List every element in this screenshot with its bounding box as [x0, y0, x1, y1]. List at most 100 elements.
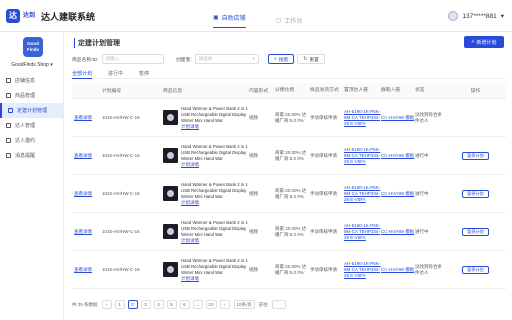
- plan-detail-link[interactable]: 计划详情: [181, 276, 199, 281]
- goto-label: 前往: [258, 301, 268, 307]
- pause-plan-button[interactable]: 暂停计划: [462, 227, 489, 236]
- page-button[interactable]: 4: [153, 300, 164, 309]
- group-link[interactable]: CC-HV/HW 模板: [381, 153, 414, 158]
- creator-filter-label: 创建者:: [176, 57, 192, 63]
- user-icon: [6, 123, 11, 128]
- page-size-select[interactable]: 10条/页: [233, 300, 255, 309]
- header-cell: 操作: [470, 89, 481, 94]
- group-link[interactable]: CC-HV/HW 模板: [381, 229, 414, 234]
- status-text: 没找到符合条件达人: [415, 263, 442, 275]
- logo-sub: 达到: [23, 13, 36, 19]
- view-detail-link[interactable]: 查看详情: [74, 115, 92, 120]
- view-detail-link[interactable]: 查看详情: [74, 153, 92, 158]
- page-button[interactable]: 10: [205, 300, 217, 309]
- header-cell: 计划编号: [102, 89, 122, 94]
- sidebar-item-invites[interactable]: 达人邀约: [0, 133, 64, 148]
- page-button[interactable]: 2: [127, 300, 138, 309]
- tab-all-plans[interactable]: 全部计划: [72, 70, 93, 79]
- plan-detail-link[interactable]: 计划详情: [181, 162, 199, 167]
- table-row: 查看详情 1015-HV/HW-C-16 Hand Warmer & Power B…: [72, 99, 506, 137]
- view-detail-link[interactable]: 查看详情: [74, 229, 92, 234]
- pause-plan-button[interactable]: 暂停计划: [462, 265, 489, 274]
- plan-id: 1015-HV/HW-C-16: [102, 267, 140, 272]
- user-menu[interactable]: 137*****881 ▾: [448, 11, 504, 21]
- avatar: [448, 11, 459, 21]
- prev-page-button[interactable]: ‹: [101, 300, 112, 309]
- page-button[interactable]: 1: [114, 300, 125, 309]
- product-cell: Hand Warmer & Power Bank 2 in 1 USB Rech…: [163, 106, 249, 130]
- page-button[interactable]: 6: [179, 300, 190, 309]
- status-tabs: 全部计划 进行中 暂停: [72, 70, 506, 79]
- plan-detail-link[interactable]: 计划详情: [181, 200, 199, 205]
- plan-detail-link[interactable]: 计划详情: [181, 124, 199, 129]
- reset-button[interactable]: ↻ 重置: [297, 54, 325, 64]
- top-creator-link[interactable]: AH-5190-1K-P5K-9M-CA TEHP334-28 E-V5FA: [344, 147, 380, 164]
- add-plan-button[interactable]: + 新增计划: [464, 36, 504, 48]
- product-filter: 商品名称/ID: 请输入: [72, 54, 164, 64]
- bell-icon: [6, 153, 11, 158]
- top-tabs: ▣ 自助店铺 ▢ 工作台: [213, 13, 302, 28]
- tab-shop-label: 自助店铺: [221, 16, 246, 22]
- page-size-label: 10条/页: [236, 301, 252, 307]
- product-cell: Hand Warmer & Power Bank 2 in 1 USB Rech…: [163, 144, 249, 168]
- pagination: 共 35 条数据 ‹ 1 2 3 4 5 6... 10 › 10条/页 前往: [72, 300, 286, 309]
- header-cell: 分佣比例: [275, 87, 295, 93]
- plan-id: 1015-HV/HW-C-16: [102, 153, 140, 158]
- view-detail-link[interactable]: 查看详情: [74, 267, 92, 272]
- product-cell: Hand Warmer & Power Bank 2 in 1 USB Rech…: [163, 220, 249, 244]
- top-creator-link[interactable]: AH-5190-1K-P5K-9M-CA TEHP334-28 E-V5FA: [344, 109, 380, 126]
- tab-workbench[interactable]: ▢ 工作台: [276, 13, 303, 28]
- product-thumbnail: [163, 110, 178, 125]
- reset-button-label: 重置: [309, 57, 319, 63]
- top-creator-link[interactable]: AH-5190-1K-P5K-9M-CA TEHP334-28 E-V5FA: [344, 185, 380, 202]
- page-button[interactable]: ...: [192, 300, 203, 309]
- top-creator-link[interactable]: AH-5190-1K-P5K-9M-CA TEHP334-28 E-V5FA: [344, 223, 380, 240]
- group-link[interactable]: CC-HV/HW 模板: [381, 115, 414, 120]
- product-search-input[interactable]: 请输入: [101, 54, 164, 64]
- shop-logo: Good Finds: [23, 37, 43, 57]
- shipping-method: 手动审核申请: [310, 228, 337, 234]
- pause-plan-button[interactable]: 暂停计划: [462, 151, 489, 160]
- sidebar-item-products[interactable]: 商品管理: [0, 88, 64, 103]
- group-link[interactable]: CC-HV/HW 模板: [381, 267, 414, 272]
- page-title: 定建计划管理: [74, 38, 120, 48]
- product-cell: Hand Warmer & Power Bank 2 in 1 USB Rech…: [163, 258, 249, 282]
- shipping-method: 手动审核申请: [310, 266, 337, 272]
- sidebar-item-label: 消息提醒: [15, 153, 36, 159]
- plan-detail-link[interactable]: 计划详情: [181, 238, 199, 243]
- goto-input[interactable]: [271, 300, 286, 309]
- product-thumbnail: [163, 148, 178, 163]
- tab-shop[interactable]: ▣ 自助店铺: [213, 13, 246, 28]
- header-cell: 置顶达人链: [344, 87, 368, 93]
- next-page-button[interactable]: ›: [219, 300, 230, 309]
- table-row: 查看详情 1015-HV/HW-C-16 Hand Warmer & Power B…: [72, 251, 506, 289]
- sidebar-item-plans[interactable]: 定建计划管理: [0, 103, 64, 118]
- store-icon: [6, 78, 11, 83]
- content-type: 视频: [249, 228, 258, 234]
- view-detail-link[interactable]: 查看详情: [74, 191, 92, 196]
- total-count: 共 35 条数据: [72, 301, 98, 307]
- pause-plan-button[interactable]: 暂停计划: [462, 189, 489, 198]
- calendar-icon: [8, 108, 13, 113]
- product-name: Hand Warmer & Power Bank 2 in 1 USB Rech…: [181, 105, 248, 123]
- shipping-method: 手动审核申请: [310, 152, 337, 158]
- tab-paused[interactable]: 暂停: [139, 70, 149, 78]
- chevron-down-icon: ▾: [50, 62, 53, 68]
- product-thumbnail: [163, 186, 178, 201]
- top-creator-link[interactable]: AH-5190-1K-P5K-9M-CA TEHP334-28 E-V5FA: [344, 261, 380, 278]
- tab-in-progress[interactable]: 进行中: [108, 70, 123, 78]
- table-row: 查看详情 1015-HV/HW-C-16 Hand Warmer & Power B…: [72, 137, 506, 175]
- group-link[interactable]: CC-HV/HW 模板: [381, 191, 414, 196]
- page-button[interactable]: 3: [140, 300, 151, 309]
- user-phone: 137*****881: [462, 12, 497, 20]
- sidebar-item-messages[interactable]: 消息提醒: [0, 148, 64, 163]
- sidebar-item-creators[interactable]: 达人管理: [0, 118, 64, 133]
- commission-rate: 商家:20.00% 达播厂商:5.0 0%: [275, 149, 307, 161]
- search-button[interactable]: ⌕ 搜索: [268, 54, 295, 64]
- page-button[interactable]: 5: [166, 300, 177, 309]
- product-name: Hand Warmer & Power Bank 2 in 1 USB Rech…: [181, 219, 248, 237]
- sidebar-item-shop-info[interactable]: 店铺信息: [0, 73, 64, 88]
- header-cell: 内容形式: [249, 89, 269, 94]
- creator-select[interactable]: 请选择 ▾: [194, 54, 259, 64]
- shop-name[interactable]: GoodFinds Shop ▾: [0, 62, 64, 68]
